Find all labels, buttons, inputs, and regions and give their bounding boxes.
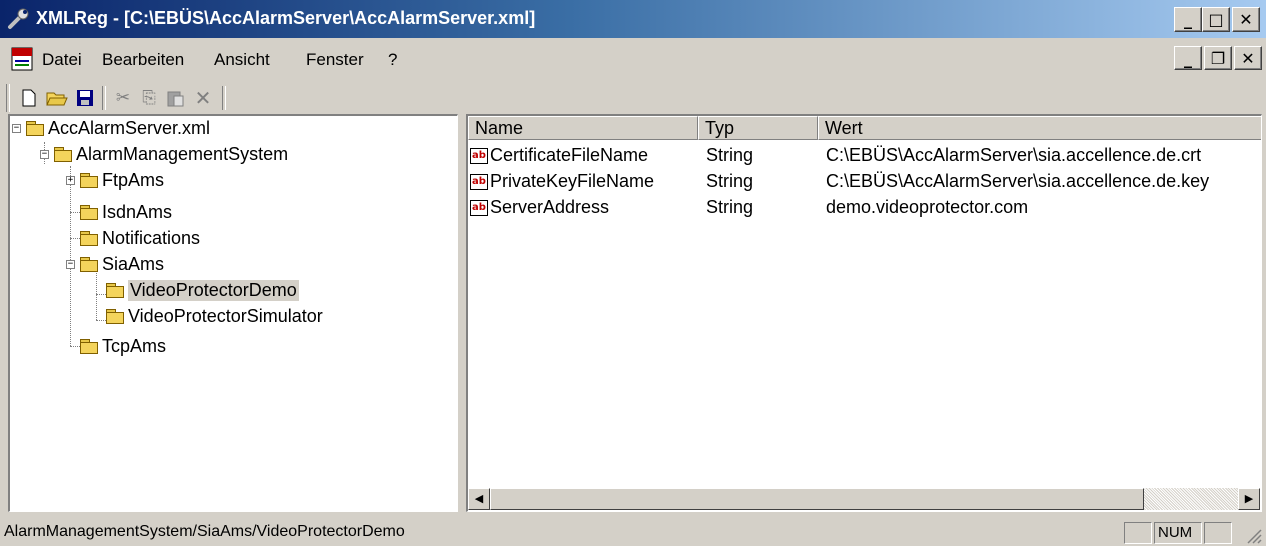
folder-icon bbox=[80, 205, 98, 220]
status-bar: AlarmManagementSystem/SiaAms/VideoProtec… bbox=[0, 520, 1266, 546]
cut-button[interactable]: ✂ bbox=[110, 86, 136, 110]
resize-grip-icon[interactable] bbox=[1244, 526, 1262, 544]
list-item-value: demo.videoprotector.com bbox=[826, 197, 1029, 217]
tree-node-notifications[interactable]: Notifications bbox=[80, 226, 200, 250]
delete-icon: ✕ bbox=[194, 87, 212, 110]
list-item[interactable]: ab CertificateFileName bbox=[470, 142, 648, 168]
close-button[interactable]: ✕ bbox=[1232, 7, 1260, 32]
menu-datei[interactable]: Datei bbox=[42, 50, 82, 70]
list-item[interactable]: ab ServerAddress bbox=[470, 194, 609, 220]
copy-icon: ⎘ bbox=[142, 88, 156, 107]
scissors-icon: ✂ bbox=[115, 88, 131, 107]
tree-node-ftpams[interactable]: FtpAms bbox=[80, 168, 164, 192]
scroll-right-button[interactable]: ▶ bbox=[1238, 488, 1260, 510]
list-item-value: C:\EBÜS\AccAlarmServer\sia.accellence.de… bbox=[826, 145, 1202, 165]
open-folder-icon bbox=[46, 92, 68, 106]
window-title: XMLReg - [C:\EBÜS\AccAlarmServer\AccAlar… bbox=[36, 8, 536, 28]
tree-node-tcpams[interactable]: TcpAms bbox=[80, 334, 166, 358]
tree-node-videoprotectordemo[interactable]: VideoProtectorDemo bbox=[106, 278, 299, 302]
column-header-type[interactable]: Typ bbox=[698, 116, 818, 140]
list-item[interactable]: ab PrivateKeyFileName bbox=[470, 168, 654, 194]
tree-node-root[interactable]: AccAlarmServer.xml bbox=[26, 116, 210, 140]
mdi-minimize-button[interactable]: _ bbox=[1174, 46, 1202, 70]
mdi-close-button[interactable]: ✕ bbox=[1234, 46, 1262, 70]
wrench-icon bbox=[8, 8, 29, 29]
folder-icon bbox=[80, 257, 98, 272]
toolbar-separator bbox=[102, 86, 106, 110]
folder-icon bbox=[26, 121, 44, 136]
paste-button[interactable] bbox=[162, 86, 188, 110]
folder-icon bbox=[80, 339, 98, 354]
list-item-type: String bbox=[706, 171, 754, 191]
tree-view[interactable]: − AccAlarmServer.xml − AlarmManagementSy… bbox=[8, 114, 458, 512]
folder-icon bbox=[80, 231, 98, 246]
tree-line bbox=[70, 166, 71, 346]
string-type-icon: ab bbox=[470, 200, 488, 217]
menu-ansicht[interactable]: Ansicht bbox=[214, 50, 270, 70]
arrow-left-icon: ◀ bbox=[474, 492, 484, 505]
menu-help[interactable]: ? bbox=[388, 50, 397, 70]
open-folder-icon bbox=[106, 283, 124, 298]
new-file-icon bbox=[22, 89, 36, 107]
tree-node-videoprotectorsimulator[interactable]: VideoProtectorSimulator bbox=[106, 304, 323, 328]
collapse-toggle[interactable]: − bbox=[12, 124, 21, 133]
folder-icon bbox=[54, 147, 72, 162]
folder-icon bbox=[80, 173, 98, 188]
column-header-value[interactable]: Wert bbox=[818, 116, 1261, 140]
collapse-toggle[interactable]: − bbox=[40, 150, 49, 159]
menu-fenster[interactable]: Fenster bbox=[306, 50, 364, 70]
list-view[interactable]: Name Typ Wert ab CertificateFileName Stri… bbox=[466, 114, 1262, 512]
maximize-button[interactable]: □ bbox=[1202, 7, 1230, 32]
toolbar-grip bbox=[6, 84, 10, 112]
arrow-right-icon: ▶ bbox=[1244, 492, 1254, 505]
status-panel-scroll bbox=[1204, 522, 1232, 544]
copy-button[interactable]: ⎘ bbox=[136, 86, 162, 110]
open-folder-button[interactable] bbox=[44, 86, 70, 110]
list-item-type: String bbox=[706, 197, 754, 217]
status-path: AlarmManagementSystem/SiaAms/VideoProtec… bbox=[4, 523, 405, 540]
paste-icon bbox=[167, 91, 184, 107]
scroll-left-button[interactable]: ◀ bbox=[468, 488, 490, 510]
tree-node-alarmmanagementsystem[interactable]: AlarmManagementSystem bbox=[54, 142, 288, 166]
scroll-thumb[interactable] bbox=[490, 488, 1144, 510]
title-bar[interactable]: XMLReg - [C:\EBÜS\AccAlarmServer\AccAlar… bbox=[0, 0, 1266, 38]
new-file-button[interactable] bbox=[16, 86, 42, 110]
toolbar-separator bbox=[222, 86, 226, 110]
folder-icon bbox=[106, 309, 124, 324]
menu-bearbeiten[interactable]: Bearbeiten bbox=[102, 50, 184, 70]
column-header-name[interactable]: Name bbox=[468, 116, 698, 140]
status-panel-caps bbox=[1124, 522, 1152, 544]
menu-bar: Datei Bearbeiten Ansicht Fenster ? _ ❐ ✕ bbox=[0, 40, 1266, 80]
collapse-toggle[interactable]: − bbox=[66, 260, 75, 269]
horizontal-scrollbar[interactable]: ◀ ▶ bbox=[468, 488, 1260, 510]
list-item-value: C:\EBÜS\AccAlarmServer\sia.accellence.de… bbox=[826, 171, 1210, 191]
tree-node-isdnams[interactable]: IsdnAms bbox=[80, 200, 172, 224]
string-type-icon: ab bbox=[470, 148, 488, 165]
toolbar: ✂ ⎘ ✕ bbox=[6, 84, 1260, 112]
save-button[interactable] bbox=[72, 86, 98, 110]
save-icon bbox=[77, 90, 93, 106]
tree-node-siaams[interactable]: SiaAms bbox=[80, 252, 164, 276]
delete-button[interactable]: ✕ bbox=[190, 86, 216, 110]
list-item-type: String bbox=[706, 145, 754, 165]
document-icon[interactable] bbox=[10, 46, 34, 72]
expand-toggle[interactable]: + bbox=[66, 176, 75, 185]
minimize-button[interactable]: _ bbox=[1174, 7, 1202, 32]
status-panel-num: NUM bbox=[1154, 522, 1202, 544]
string-type-icon: ab bbox=[470, 174, 488, 191]
mdi-restore-button[interactable]: ❐ bbox=[1204, 46, 1232, 70]
